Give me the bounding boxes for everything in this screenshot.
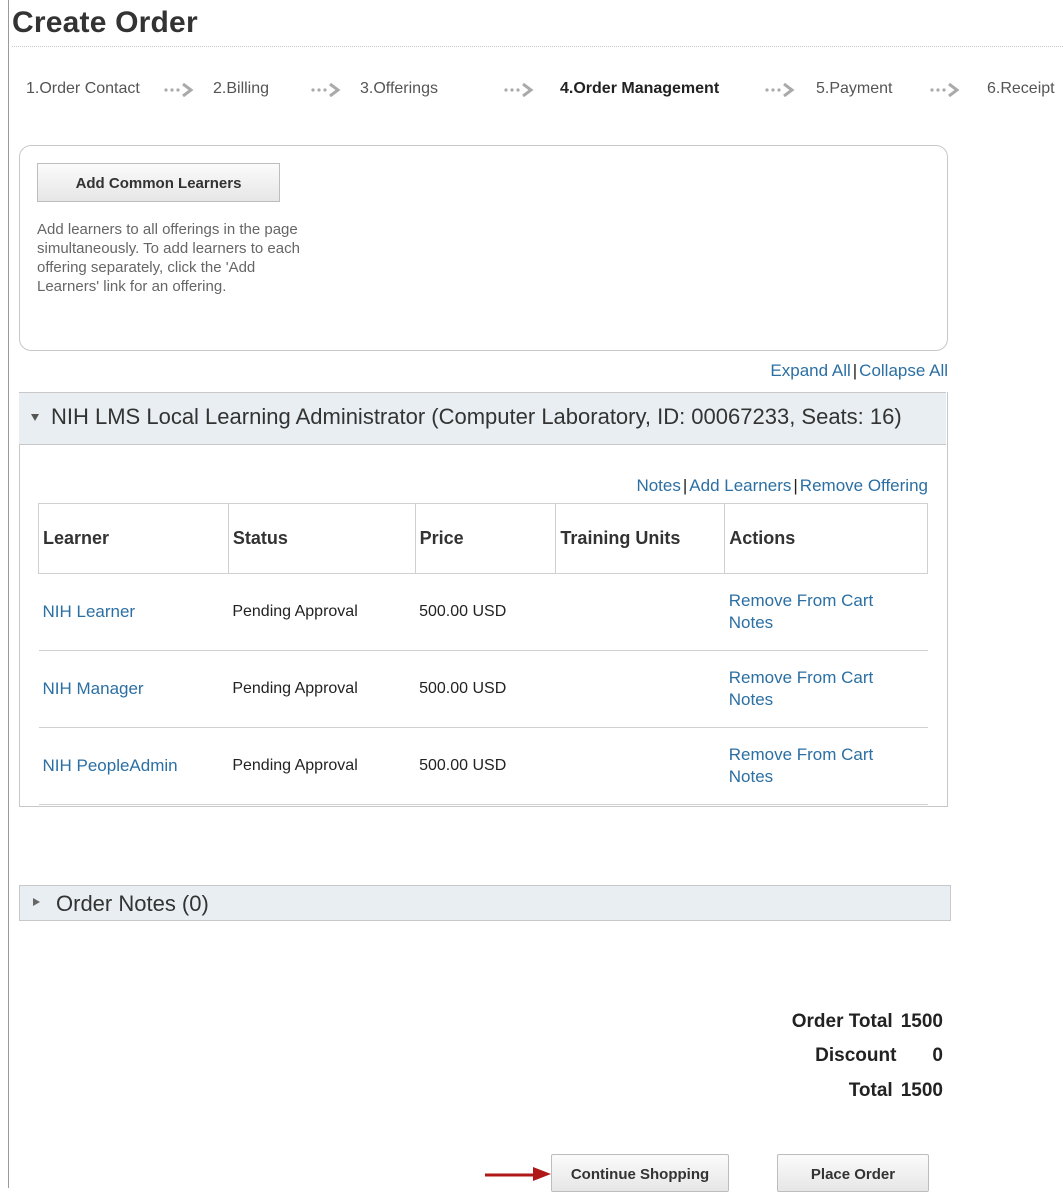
discount-label: Discount bbox=[815, 1045, 897, 1066]
step-arrow-icon bbox=[311, 83, 341, 97]
training-units-cell bbox=[555, 650, 725, 728]
order-notes-label: Order Notes (0) bbox=[56, 891, 209, 916]
wizard-steps: 1.Order Contact 2.Billing 3.Offerings 4.… bbox=[26, 80, 1063, 100]
table-row: NIH Learner Pending Approval 500.00 USD … bbox=[38, 573, 928, 651]
learner-notes-link[interactable]: Notes bbox=[729, 766, 924, 788]
status-cell: Pending Approval bbox=[228, 650, 416, 728]
order-notes-header[interactable]: Order Notes (0) bbox=[19, 885, 951, 921]
continue-shopping-button[interactable]: Continue Shopping bbox=[551, 1154, 729, 1192]
remove-from-cart-link[interactable]: Remove From Cart bbox=[729, 590, 924, 612]
step-payment[interactable]: 5.Payment bbox=[816, 80, 892, 98]
step-arrow-icon bbox=[765, 83, 795, 97]
actions-cell: Remove From Cart Notes bbox=[724, 650, 928, 728]
add-learners-link[interactable]: Add Learners bbox=[689, 476, 791, 495]
learner-cell: NIH Manager bbox=[38, 650, 229, 728]
step-offerings[interactable]: 3.Offerings bbox=[360, 80, 438, 98]
column-header-training-units: Training Units bbox=[555, 503, 726, 574]
step-arrow-icon bbox=[930, 83, 960, 97]
price-cell: 500.00 USD bbox=[415, 573, 556, 651]
total-label: Total bbox=[848, 1080, 893, 1101]
separator: | bbox=[793, 476, 798, 495]
learner-notes-link[interactable]: Notes bbox=[729, 612, 924, 634]
collapse-triangle-icon[interactable] bbox=[31, 414, 39, 421]
order-total-value: 1500 bbox=[900, 1011, 943, 1032]
column-header-learner: Learner bbox=[38, 503, 229, 574]
common-learners-help-text: Add learners to all offerings in the pag… bbox=[37, 221, 300, 295]
training-units-cell bbox=[555, 727, 725, 805]
column-header-status: Status bbox=[227, 503, 416, 574]
offering-title: NIH LMS Local Learning Administrator (Co… bbox=[51, 404, 902, 429]
offering-notes-link[interactable]: Notes bbox=[636, 476, 680, 495]
add-common-learners-button[interactable]: Add Common Learners bbox=[37, 163, 280, 202]
table-header-row: Learner Status Price Training Units Acti… bbox=[38, 503, 928, 574]
total-value: 1500 bbox=[900, 1080, 943, 1101]
learner-cell: NIH PeopleAdmin bbox=[38, 727, 229, 805]
price-cell: 500.00 USD bbox=[415, 650, 556, 728]
discount-value: 0 bbox=[932, 1045, 943, 1066]
column-header-actions: Actions bbox=[724, 503, 928, 574]
discount-row: Discount 0 bbox=[815, 1045, 943, 1067]
learner-link[interactable]: NIH PeopleAdmin bbox=[43, 756, 178, 775]
table-row: NIH Manager Pending Approval 500.00 USD … bbox=[38, 650, 928, 728]
price-cell: 500.00 USD bbox=[415, 727, 556, 805]
step-arrow-icon bbox=[164, 83, 194, 97]
order-total-label: Order Total bbox=[791, 1011, 893, 1032]
expand-all-link[interactable]: Expand All bbox=[770, 361, 850, 380]
table-row: NIH PeopleAdmin Pending Approval 500.00 … bbox=[38, 727, 928, 805]
frame-left-border bbox=[8, 0, 9, 1188]
separator: | bbox=[852, 361, 858, 380]
collapse-all-link[interactable]: Collapse All bbox=[859, 361, 948, 380]
remove-offering-link[interactable]: Remove Offering bbox=[800, 476, 928, 495]
red-arrow-icon bbox=[485, 1167, 551, 1181]
step-arrow-icon bbox=[504, 83, 534, 97]
learner-link[interactable]: NIH Learner bbox=[43, 602, 136, 621]
expand-collapse-links: Expand All | Collapse All bbox=[770, 361, 948, 381]
place-order-button[interactable]: Place Order bbox=[777, 1154, 929, 1192]
learner-notes-link[interactable]: Notes bbox=[729, 689, 924, 711]
learners-table: Learner Status Price Training Units Acti… bbox=[38, 503, 928, 805]
expand-triangle-icon[interactable] bbox=[33, 898, 40, 906]
status-cell: Pending Approval bbox=[228, 573, 416, 651]
learner-link[interactable]: NIH Manager bbox=[43, 679, 144, 698]
page-title: Create Order bbox=[12, 6, 198, 39]
total-row: Total 1500 bbox=[849, 1080, 943, 1102]
status-cell: Pending Approval bbox=[228, 727, 416, 805]
remove-from-cart-link[interactable]: Remove From Cart bbox=[729, 744, 924, 766]
step-order-contact[interactable]: 1.Order Contact bbox=[26, 80, 140, 98]
offering-actions: Notes | Add Learners | Remove Offering bbox=[636, 476, 928, 496]
actions-cell: Remove From Cart Notes bbox=[724, 573, 928, 651]
title-divider bbox=[12, 46, 1063, 47]
order-total-row: Order Total 1500 bbox=[792, 1011, 943, 1033]
step-billing[interactable]: 2.Billing bbox=[213, 80, 269, 98]
remove-from-cart-link[interactable]: Remove From Cart bbox=[729, 667, 924, 689]
step-order-management[interactable]: 4.Order Management bbox=[560, 80, 719, 98]
actions-cell: Remove From Cart Notes bbox=[724, 727, 928, 805]
offering-header[interactable]: NIH LMS Local Learning Administrator (Co… bbox=[19, 392, 946, 445]
step-receipt[interactable]: 6.Receipt bbox=[987, 80, 1055, 98]
training-units-cell bbox=[555, 573, 725, 651]
learner-cell: NIH Learner bbox=[38, 573, 229, 651]
column-header-price: Price bbox=[414, 503, 557, 574]
